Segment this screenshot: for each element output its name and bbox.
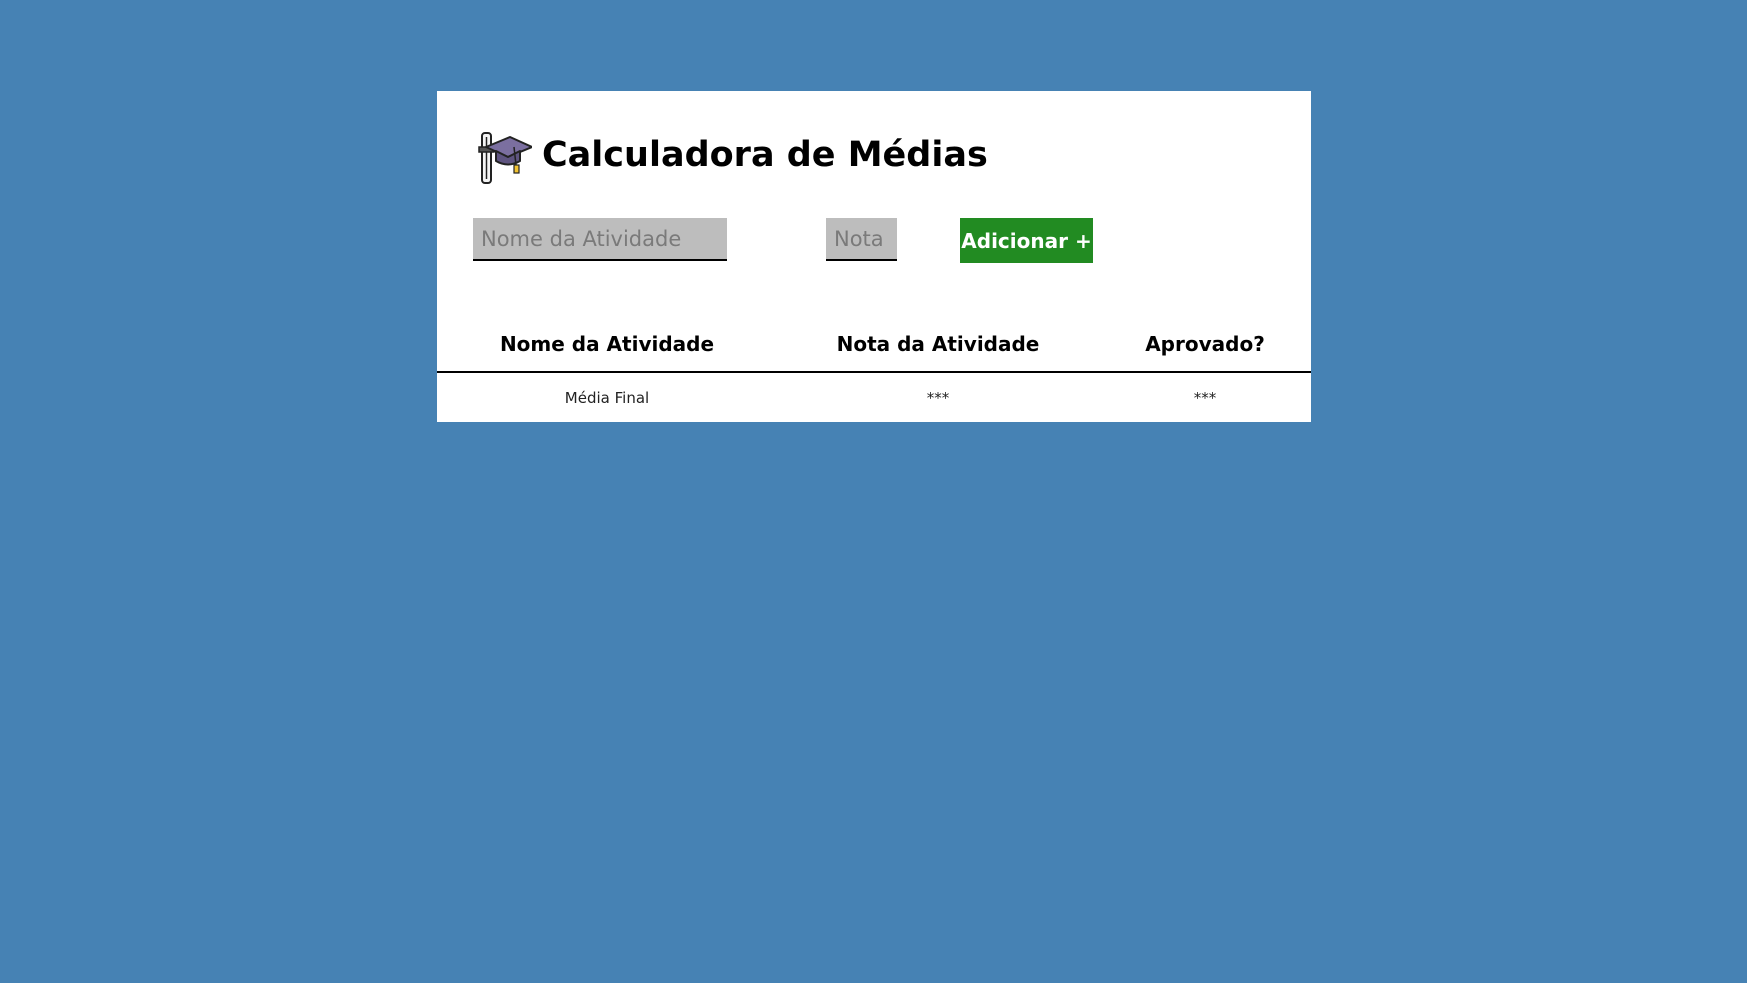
header: Calculadora de Médias — [472, 125, 988, 185]
table-header-row: Nome da Atividade Nota da Atividade Apro… — [437, 316, 1311, 373]
activity-grade-input[interactable] — [826, 218, 897, 261]
add-activity-button[interactable]: Adicionar + — [960, 218, 1093, 263]
header-approved: Aprovado? — [1099, 316, 1311, 373]
final-average-value: *** — [926, 389, 950, 407]
final-average-row: Média Final *** *** — [437, 372, 1311, 423]
final-approval-status: *** — [1193, 389, 1217, 407]
grades-table: Nome da Atividade Nota da Atividade Apro… — [437, 316, 1311, 423]
graduation-cap-diploma-icon — [478, 132, 532, 184]
final-average-label: Média Final — [564, 389, 650, 407]
header-activity-grade: Nota da Atividade — [777, 316, 1099, 373]
page-title: Calculadora de Médias — [542, 135, 988, 175]
header-activity-name: Nome da Atividade — [437, 316, 777, 373]
calculator-card: Calculadora de Médias Adicionar + Nome d… — [437, 91, 1311, 422]
activity-name-input[interactable] — [473, 218, 727, 261]
